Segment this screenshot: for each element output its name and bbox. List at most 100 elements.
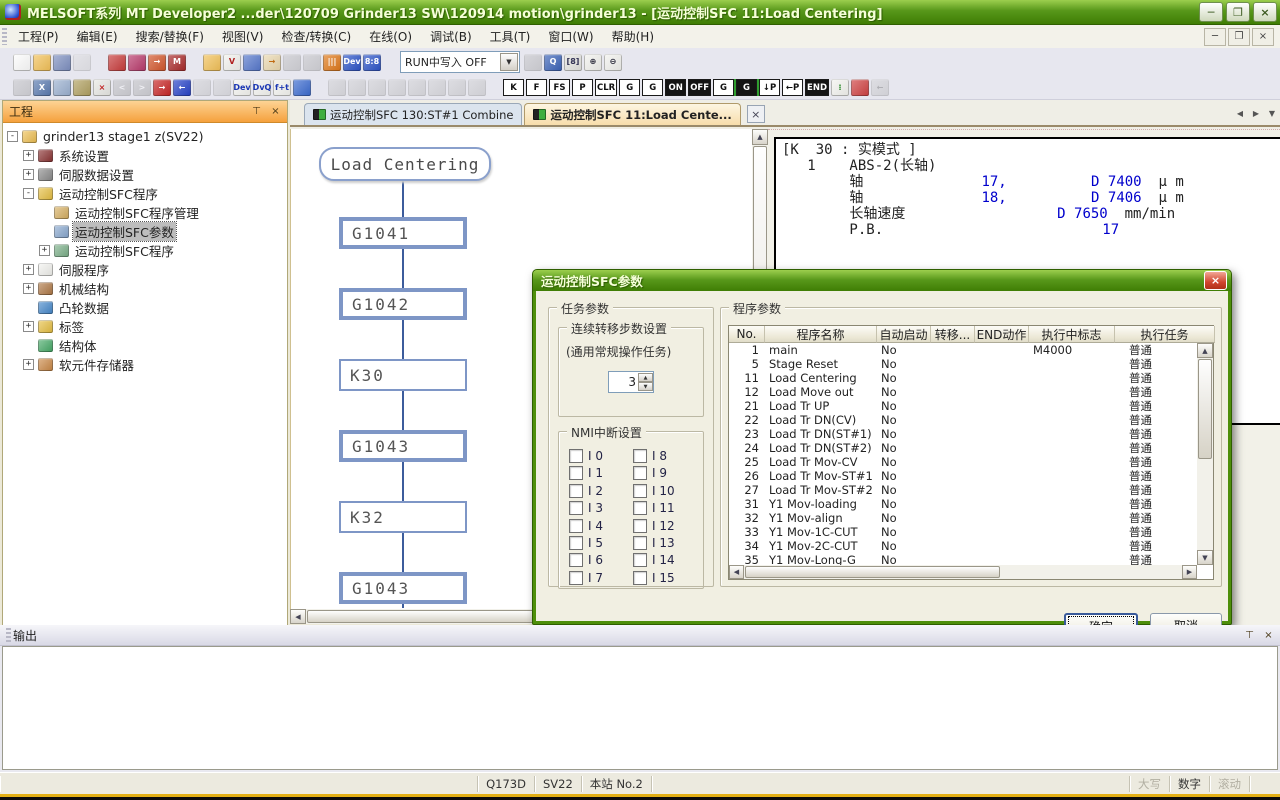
checkbox-unchecked-icon[interactable] [633,449,647,463]
doc-prev-icon[interactable] [193,79,211,96]
nmi-checkbox-i1[interactable]: I 1 [569,466,603,480]
tab-scroll-left-icon[interactable]: ◀ [1232,106,1248,121]
revert-icon[interactable]: ← [173,79,191,96]
doc-next-icon[interactable] [213,79,231,96]
checkbox-unchecked-icon[interactable] [569,501,583,515]
nmi-checkbox-i8[interactable]: I 8 [633,449,667,463]
tree-label[interactable]: +标签 [7,317,287,336]
table-scroll-right-icon[interactable]: ▶ [1182,565,1197,579]
checkbox-unchecked-icon[interactable] [633,501,647,515]
table-row[interactable]: 33Y1 Mov-1C-CUTNo普通 [729,525,1197,539]
tree-sfc-folder[interactable]: -运动控制SFC程序 [7,184,287,203]
column-header-2[interactable]: 自动启动 [877,326,931,343]
sfc-edit-3-icon[interactable] [368,79,386,96]
dialog-close-button[interactable]: × [1204,271,1227,290]
tree-machine[interactable]: +机械结构 [7,279,287,298]
sfc-k-button[interactable]: K [503,79,524,96]
tree-device-memory[interactable]: +软元件存储器 [7,355,287,374]
sfc-step-g1043-3[interactable]: G1043 [339,430,467,462]
sfc-edit-4-icon[interactable] [388,79,406,96]
column-header-4[interactable]: END动作 [975,326,1029,343]
cut-icon[interactable]: X [33,79,51,96]
transfer-setup-icon[interactable] [108,54,126,71]
menu-help[interactable]: 帮助(H) [603,27,663,47]
table-row[interactable]: 22Load Tr DN(CV)No普通 [729,413,1197,427]
sfc-on-button[interactable]: ON [665,79,686,96]
open-project-icon[interactable] [33,54,51,71]
nmi-checkbox-i7[interactable]: I 7 [569,571,603,585]
table-scroll-up-icon[interactable]: ▲ [1197,343,1213,358]
spinner-up-icon[interactable]: ▲ [638,373,653,382]
sfc-step-g1043-5[interactable]: G1043 [339,572,467,604]
spinner-down-icon[interactable]: ▼ [638,382,653,391]
expand-icon[interactable]: + [23,150,34,161]
checkbox-unchecked-icon[interactable] [569,536,583,550]
mdi-minimize-button[interactable]: ─ [1204,28,1226,46]
sfc-g2-button[interactable]: G [642,79,663,96]
nmi-checkbox-i2[interactable]: I 2 [569,484,603,498]
nmi-checkbox-i14[interactable]: I 14 [633,553,675,567]
collapse-icon[interactable]: - [23,188,34,199]
output-content[interactable] [2,646,1278,770]
table-hscrollbar[interactable]: ◀ ▶ [729,565,1197,579]
delete-icon[interactable]: × [93,79,111,96]
expand-icon[interactable]: + [23,264,34,275]
print-icon[interactable] [73,54,91,71]
expand-icon[interactable]: + [23,283,34,294]
sfc-step-k30-2[interactable]: K30 [339,359,467,391]
tree-struct[interactable]: +结构体 [7,336,287,355]
tab-list-dropdown-icon[interactable]: ▼ [1264,106,1280,121]
allocation-icon[interactable]: ⁝ [831,79,849,96]
tab-scroll-right-icon[interactable]: ▶ [1248,106,1264,121]
mdi-restore-button[interactable]: ❐ [1228,28,1250,46]
checkbox-unchecked-icon[interactable] [633,571,647,585]
menu-window[interactable]: 窗口(W) [539,27,602,47]
combo-dropdown-icon[interactable]: ▼ [500,53,518,71]
read-from-module-icon[interactable]: → [148,54,166,71]
column-header-5[interactable]: 执行中标志 [1029,326,1115,343]
monitor-screen-icon[interactable] [293,79,311,96]
sfc-start-step[interactable]: Load Centering [319,147,491,181]
tree-servo-data[interactable]: +伺服数据设置 [7,165,287,184]
menu-edit[interactable]: 编辑(E) [68,27,127,47]
expand-icon[interactable]: + [39,245,50,256]
checkbox-unchecked-icon[interactable] [569,553,583,567]
menu-check-convert[interactable]: 检查/转换(C) [272,27,360,47]
merge-branch-icon[interactable]: ← [871,79,889,96]
checkbox-unchecked-icon[interactable] [569,571,583,585]
insert-row-icon[interactable] [283,54,301,71]
table-vscroll-thumb[interactable] [1198,359,1212,459]
nmi-checkbox-i12[interactable]: I 12 [633,519,675,533]
nmi-checkbox-i11[interactable]: I 11 [633,501,675,515]
dev-monitor-icon[interactable]: Dev [343,54,361,71]
sfc-p-left-button[interactable]: ←P [782,79,803,96]
sfc-edit-6-icon[interactable] [428,79,446,96]
sfc-step-g1042-1[interactable]: G1042 [339,288,467,320]
paste-icon[interactable] [73,79,91,96]
sfc-step-g1041-0[interactable]: G1041 [339,217,467,249]
table-vscrollbar[interactable]: ▲ ▼ [1197,343,1213,565]
checkbox-unchecked-icon[interactable] [633,553,647,567]
status-resize-grip[interactable] [1249,776,1280,792]
sfc-edit-5-icon[interactable] [408,79,426,96]
sfc-p-button[interactable]: P [572,79,593,96]
tree-sfc-program[interactable]: +运动控制SFC程序 [7,241,287,260]
program-check-icon[interactable]: V [223,54,241,71]
write-to-module-icon[interactable] [128,54,146,71]
nmi-checkbox-i10[interactable]: I 10 [633,484,675,498]
dev-find-device-icon[interactable]: DvQ [253,79,271,96]
device-find-icon[interactable]: Q [544,54,562,71]
table-row[interactable]: 34Y1 Mov-2C-CUTNo普通 [729,539,1197,553]
step-frame-icon[interactable]: [8] [564,54,582,71]
checkbox-unchecked-icon[interactable] [569,449,583,463]
menu-search-replace[interactable]: 搜索/替换(F) [127,27,213,47]
copy-icon[interactable] [53,79,71,96]
column-header-6[interactable]: 执行任务 [1115,326,1215,343]
tree-cam-data[interactable]: +凸轮数据 [7,298,287,317]
sfc-end-button[interactable]: END [805,79,829,96]
pin-icon[interactable]: ⊤ [249,105,264,119]
table-row[interactable]: 26Load Tr Mov-ST#1No普通 [729,469,1197,483]
diagram-scroll-left-icon[interactable]: ◀ [290,609,306,624]
checkbox-unchecked-icon[interactable] [569,519,583,533]
sort-icon[interactable] [524,54,542,71]
